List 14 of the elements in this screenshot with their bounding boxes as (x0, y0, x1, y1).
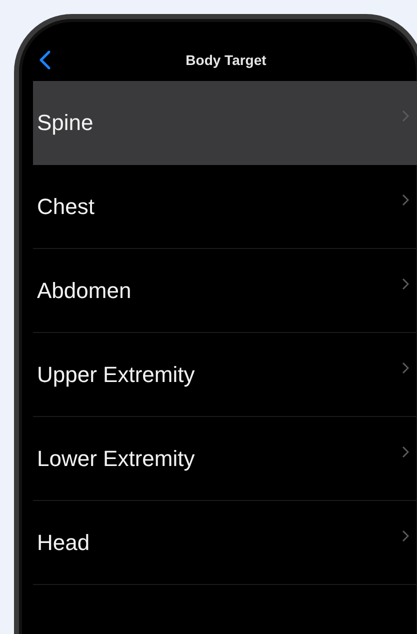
chevron-icon (402, 194, 409, 206)
list-item[interactable]: Spine (33, 81, 417, 165)
chevron-icon (402, 530, 409, 542)
chevron-icon (402, 446, 409, 458)
list-item[interactable]: Head (33, 501, 417, 585)
chevron-icon (402, 278, 409, 290)
list-item[interactable]: Abdomen (33, 249, 417, 333)
list-item[interactable]: Chest (33, 165, 417, 249)
back-icon[interactable] (39, 50, 51, 70)
screen-title: Body Target (186, 52, 266, 68)
chevron-icon (402, 362, 409, 374)
list-item[interactable]: Lower Extremity (33, 417, 417, 501)
chevron-icon (402, 110, 409, 122)
list-item[interactable]: Upper Extremity (33, 333, 417, 417)
